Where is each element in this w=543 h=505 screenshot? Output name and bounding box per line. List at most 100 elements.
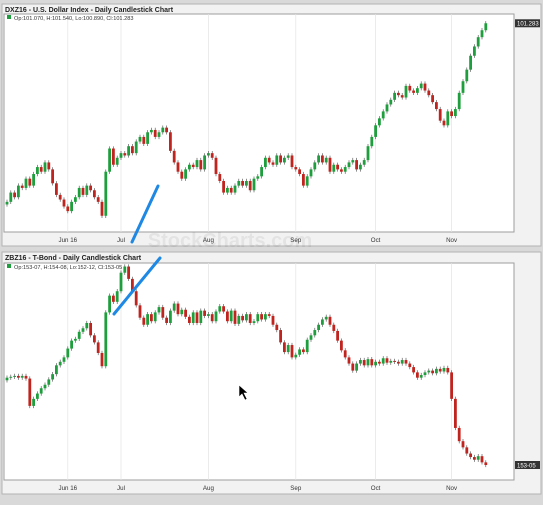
candle (199, 308, 203, 326)
candle-body (165, 317, 168, 323)
chart-title: ZBZ16 - T-Bond - Daily Candlestick Chart (5, 255, 142, 262)
candle-body (393, 360, 396, 362)
candle-body (210, 314, 214, 322)
candle-body (150, 129, 153, 133)
candle-body (203, 310, 206, 316)
candle-body (176, 162, 180, 172)
candle-body (226, 187, 229, 193)
candle-body (381, 358, 385, 364)
candle-body (435, 368, 438, 374)
candle-body (51, 169, 54, 184)
candle-body (195, 312, 199, 323)
candle-body (347, 357, 351, 364)
candle-body (343, 167, 347, 172)
candle-body (473, 46, 476, 56)
candle-body (85, 322, 89, 329)
candle-body (271, 162, 275, 165)
candle-body (43, 162, 47, 172)
candle-body (62, 199, 66, 207)
candle (115, 289, 119, 304)
candle-body (195, 160, 199, 168)
candle-body (199, 310, 203, 323)
candle-body (313, 330, 317, 336)
candle-body (13, 375, 16, 377)
candle-body (172, 303, 176, 311)
candle-body (469, 453, 472, 458)
candle-body (484, 23, 488, 31)
candle-body (389, 99, 393, 105)
candle-body (400, 95, 404, 98)
candle-body (165, 127, 168, 133)
x-tick-label: Nov (446, 485, 458, 492)
candle-body (423, 372, 427, 376)
candle-body (32, 174, 35, 186)
candle (108, 293, 111, 315)
candle-body (431, 95, 434, 103)
candle-body (294, 354, 298, 358)
candle-body (260, 314, 263, 320)
candle (279, 327, 282, 345)
candle-body (457, 92, 461, 110)
candle (104, 310, 108, 369)
candle-body (47, 379, 51, 385)
candle-body (188, 164, 191, 170)
candle-body (214, 311, 218, 322)
candle (112, 146, 115, 167)
candle-body (70, 201, 73, 212)
candle-body (172, 150, 176, 163)
candle-body (408, 363, 412, 368)
candle-body (169, 310, 172, 323)
candle-body (51, 374, 54, 380)
candle-body (5, 377, 9, 381)
candle-body (362, 360, 366, 366)
candle-body (397, 92, 400, 96)
candle (305, 337, 309, 355)
candle-body (5, 201, 9, 205)
candle-body (47, 162, 51, 170)
candle-body (191, 164, 195, 168)
candle (328, 155, 332, 174)
candle-body (431, 370, 434, 374)
candle-body (9, 192, 13, 202)
candle-body (438, 368, 442, 372)
candle-body (176, 303, 180, 315)
candle-body (389, 360, 393, 363)
candle-body (275, 324, 279, 331)
candle-body (134, 291, 138, 306)
candle-body (461, 441, 465, 448)
candle-body (256, 176, 260, 179)
candle (169, 308, 172, 326)
candle-body (336, 330, 339, 341)
ohlc-marker (7, 264, 11, 268)
candle-body (207, 314, 210, 316)
candle (438, 106, 442, 123)
chart-panel-2: ZBZ16 - T-Bond - Daily Candlestick Chart… (1, 251, 542, 495)
candle-body (93, 335, 96, 343)
candle-body (43, 384, 47, 389)
candle-body (153, 312, 157, 322)
x-tick-label: Oct (371, 485, 381, 492)
candle-body (131, 146, 134, 154)
candle-body (419, 83, 423, 89)
candle (233, 308, 237, 327)
candle (404, 83, 408, 100)
candle-body (400, 360, 404, 364)
candle-body (81, 187, 85, 195)
candle-body (381, 111, 385, 119)
candle-body (100, 352, 104, 367)
watermark: StockCharts.com (148, 230, 313, 252)
candle-body (347, 162, 351, 168)
candle-body (134, 141, 138, 154)
candle-body (298, 349, 301, 355)
candle-body (340, 169, 343, 172)
candle-body (66, 206, 70, 212)
candle-body (245, 180, 248, 186)
candle-body (55, 365, 58, 375)
candle-body (191, 312, 195, 323)
candle-body (226, 311, 229, 322)
candle-body (74, 197, 77, 202)
x-tick-label: Nov (446, 237, 458, 244)
candle (32, 171, 35, 188)
candle-body (93, 190, 96, 198)
candle-body (127, 146, 130, 156)
